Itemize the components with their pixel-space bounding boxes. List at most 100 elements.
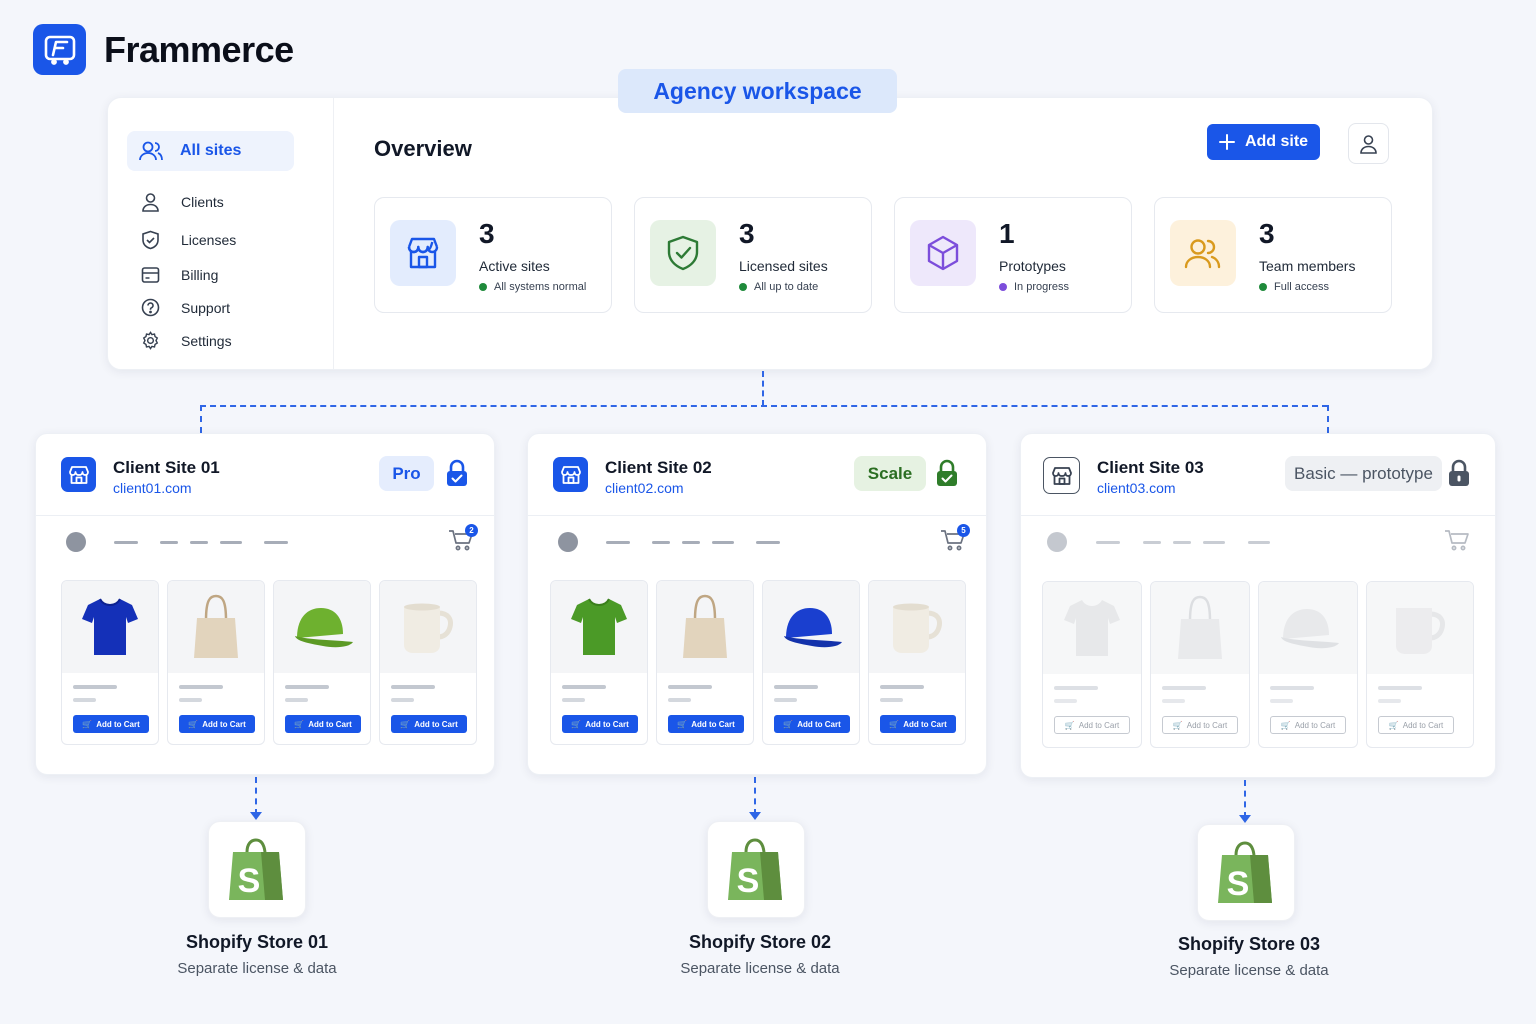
product-price-placeholder	[391, 698, 414, 702]
sidebar-item-all-sites[interactable]: All sites	[127, 131, 294, 171]
nav-link-placeholder	[114, 541, 138, 544]
stat-label: Licensed sites	[739, 258, 828, 274]
sidebar-item-settings[interactable]: Settings	[141, 331, 232, 350]
stat-value: 3	[1259, 218, 1275, 249]
product-card[interactable]: 🛒 Add to Cart	[379, 580, 477, 745]
cart-icon: 🛒	[82, 719, 93, 729]
plan-badge: Pro	[379, 456, 434, 491]
user-icon	[142, 193, 159, 212]
add-to-cart-label: Add to Cart	[585, 719, 629, 729]
product-title-placeholder	[1162, 686, 1206, 690]
add-to-cart-button[interactable]: 🛒 Add to Cart	[668, 715, 744, 733]
product-card[interactable]: 🛒 Add to Cart	[762, 580, 860, 745]
add-to-cart-button[interactable]: 🛒 Add to Cart	[179, 715, 255, 733]
product-card[interactable]: 🛒 Add to Cart	[273, 580, 371, 745]
add-to-cart-label: Add to Cart	[903, 719, 947, 729]
store-icon	[390, 220, 456, 286]
product-card[interactable]: 🛒 Add to Cart	[868, 580, 966, 745]
store-subtitle: Separate license & data	[1169, 962, 1329, 979]
add-to-cart-button[interactable]: 🛒 Add to Cart	[562, 715, 638, 733]
cart-icon: 🛒	[677, 719, 688, 729]
product-card[interactable]: 🛒 Add to Cart	[1258, 581, 1358, 748]
store-name: Shopify Store 03	[1177, 934, 1321, 954]
add-to-cart-button[interactable]: 🛒 Add to Cart	[1162, 716, 1238, 734]
add-to-cart-button[interactable]: 🛒 Add to Cart	[391, 715, 467, 733]
page-title: Overview	[374, 136, 472, 161]
product-price-placeholder	[179, 698, 202, 702]
shopify-store-tile[interactable]: S	[208, 821, 306, 918]
product-card[interactable]: 🛒 Add to Cart	[1150, 581, 1250, 748]
agency-panel: All sites Clients Licenses Billing Suppo…	[107, 97, 1433, 370]
site-url[interactable]: client01.com	[113, 480, 192, 496]
add-to-cart-button[interactable]: 🛒 Add to Cart	[1270, 716, 1346, 734]
cart-icon: 🛒	[400, 719, 411, 729]
status-text: In progress	[1014, 281, 1070, 293]
tote-bag-product-image	[657, 581, 753, 673]
connector-line	[200, 405, 1328, 407]
product-price-placeholder	[1270, 699, 1293, 703]
stat-card-licensed-sites[interactable]: 3 Licensed sites All up to date	[634, 197, 872, 313]
storefront-nav: 5	[558, 524, 970, 556]
add-to-cart-button[interactable]: 🛒 Add to Cart	[285, 715, 361, 733]
add-to-cart-button[interactable]: 🛒 Add to Cart	[1054, 716, 1130, 734]
sidebar-item-label: All sites	[180, 142, 242, 159]
product-card[interactable]: 🛒 Add to Cart	[1366, 581, 1474, 748]
sidebar-item-clients[interactable]: Clients	[141, 192, 224, 212]
shopify-store-tile[interactable]: S	[1197, 824, 1295, 921]
sidebar-item-billing[interactable]: Billing	[141, 266, 218, 284]
product-card[interactable]: 🛒 Add to Cart	[550, 580, 648, 745]
storefront-logo-placeholder	[558, 532, 578, 552]
site-url[interactable]: client02.com	[605, 480, 684, 496]
add-site-button[interactable]: Add site	[1207, 124, 1320, 160]
users-icon	[1170, 220, 1236, 286]
add-to-cart-button[interactable]: 🛒 Add to Cart	[73, 715, 149, 733]
plan-badge: Basic — prototype	[1285, 456, 1442, 491]
add-to-cart-button[interactable]: 🛒 Add to Cart	[1378, 716, 1454, 734]
cart-icon: 🛒	[1064, 720, 1075, 730]
nav-link-placeholder	[1203, 541, 1225, 544]
shopify-bag-icon: S	[728, 837, 782, 900]
product-card[interactable]: 🛒 Add to Cart	[167, 580, 265, 745]
add-to-cart-button[interactable]: 🛒 Add to Cart	[774, 715, 850, 733]
shield-icon	[142, 230, 159, 250]
card-header: Client Site 02 client02.com Scale	[528, 434, 986, 516]
product-title-placeholder	[668, 685, 712, 689]
product-card[interactable]: 🛒 Add to Cart	[656, 580, 754, 745]
shopify-store-tile[interactable]: S	[707, 821, 805, 918]
store-subtitle: Separate license & data	[680, 960, 840, 977]
stat-status: All systems normal	[479, 281, 586, 293]
product-card[interactable]: 🛒 Add to Cart	[61, 580, 159, 745]
sidebar-item-licenses[interactable]: Licenses	[141, 230, 236, 250]
client-site-card[interactable]: Client Site 01 client01.com Pro 2 🛒 Add t…	[35, 433, 495, 775]
shield-check-icon	[650, 220, 716, 286]
cart-icon[interactable]: 2	[448, 524, 478, 554]
add-to-cart-button[interactable]: 🛒 Add to Cart	[880, 715, 956, 733]
cart-icon[interactable]	[1444, 528, 1472, 554]
stat-card-prototypes[interactable]: 1 Prototypes In progress	[894, 197, 1132, 313]
arrow-down-icon	[1239, 815, 1251, 823]
product-title-placeholder	[1270, 686, 1314, 690]
user-menu-button[interactable]	[1348, 123, 1389, 164]
product-price-placeholder	[562, 698, 585, 702]
tote-bag-product-image	[168, 581, 264, 673]
shopify-bag-icon: S	[1218, 840, 1272, 903]
product-title-placeholder	[1378, 686, 1422, 690]
site-url[interactable]: client03.com	[1097, 480, 1176, 496]
stat-label: Prototypes	[999, 258, 1066, 274]
mug-placeholder-image	[1367, 582, 1473, 674]
product-title-placeholder	[880, 685, 924, 689]
tote-bag-placeholder-image	[1151, 582, 1249, 674]
store-subtitle: Separate license & data	[177, 960, 337, 977]
add-site-label: Add site	[1244, 133, 1309, 150]
sidebar-item-support[interactable]: Support	[141, 298, 230, 317]
storefront-logo-placeholder	[66, 532, 86, 552]
stat-card-active-sites[interactable]: 3 Active sites All systems normal	[374, 197, 612, 313]
cart-icon[interactable]: 5	[940, 524, 970, 554]
storefront-nav	[1047, 530, 1472, 556]
client-site-card[interactable]: Client Site 03 client03.com Basic — prot…	[1020, 433, 1496, 778]
product-card[interactable]: 🛒 Add to Cart	[1042, 581, 1142, 748]
status-text: Full access	[1274, 281, 1330, 293]
stat-card-team-members[interactable]: 3 Team members Full access	[1154, 197, 1392, 313]
client-site-card[interactable]: Client Site 02 client02.com Scale 5 🛒 Add…	[527, 433, 987, 775]
nav-link-placeholder	[652, 541, 670, 544]
